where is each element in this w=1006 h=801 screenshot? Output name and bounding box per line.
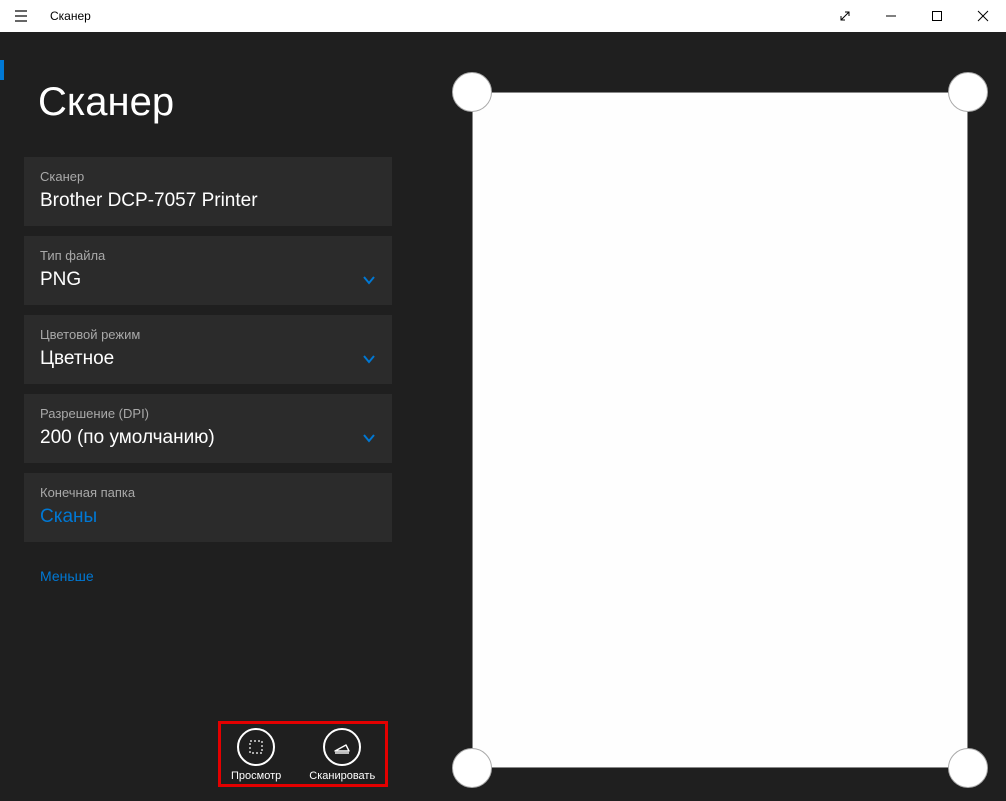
scanner-selector[interactable]: Сканер Brother DCP-7057 Printer [24, 157, 392, 226]
settings-list: Сканер Brother DCP-7057 Printer Тип файл… [0, 157, 416, 552]
preview-label: Просмотр [231, 770, 281, 782]
page-title: Сканер [38, 80, 416, 125]
colormode-value: Цветное [40, 348, 114, 370]
close-button[interactable] [960, 0, 1006, 32]
hamburger-icon [14, 9, 28, 23]
titlebar: Сканер [0, 0, 1006, 32]
dest-value: Сканы [40, 506, 97, 528]
dpi-label: Разрешение (DPI) [40, 406, 376, 421]
content: Сканер Сканер Brother DCP-7057 Printer Т… [0, 32, 1006, 801]
scan-preview-page[interactable] [472, 92, 968, 768]
minimize-icon [885, 10, 897, 22]
chevron-down-icon [362, 352, 376, 366]
app-title: Сканер [50, 9, 91, 23]
chevron-down-icon [362, 273, 376, 287]
maximize-button[interactable] [914, 0, 960, 32]
filetype-value: PNG [40, 269, 81, 291]
maximize-icon [931, 10, 943, 22]
preview-button[interactable]: Просмотр [231, 728, 281, 782]
scanner-value: Brother DCP-7057 Printer [40, 190, 258, 212]
colormode-selector[interactable]: Цветовой режим Цветное [24, 315, 392, 384]
scan-label: Сканировать [309, 770, 375, 782]
hamburger-menu-button[interactable] [0, 0, 42, 32]
action-row: Просмотр Сканировать [218, 721, 388, 787]
dest-label: Конечная папка [40, 485, 376, 500]
filetype-selector[interactable]: Тип файла PNG [24, 236, 392, 305]
crop-handle-bottom-left[interactable] [452, 748, 492, 788]
dpi-selector[interactable]: Разрешение (DPI) 200 (по умолчанию) [24, 394, 392, 463]
scanner-label: Сканер [40, 169, 376, 184]
preview-icon [237, 728, 275, 766]
crop-handle-top-right[interactable] [948, 72, 988, 112]
settings-panel: Сканер Сканер Brother DCP-7057 Printer Т… [0, 32, 416, 801]
destination-folder[interactable]: Конечная папка Сканы [24, 473, 392, 542]
active-tab-indicator [0, 60, 4, 80]
minimize-button[interactable] [868, 0, 914, 32]
colormode-label: Цветовой режим [40, 327, 376, 342]
window-controls [822, 0, 1006, 32]
fullscreen-icon [839, 10, 851, 22]
show-less-link[interactable]: Меньше [40, 568, 416, 584]
filetype-label: Тип файла [40, 248, 376, 263]
scan-button[interactable]: Сканировать [309, 728, 375, 782]
dpi-value: 200 (по умолчанию) [40, 427, 215, 449]
scan-icon [323, 728, 361, 766]
titlebar-left: Сканер [0, 0, 91, 32]
crop-handle-bottom-right[interactable] [948, 748, 988, 788]
close-icon [977, 10, 989, 22]
chevron-down-icon [362, 431, 376, 445]
fullscreen-button[interactable] [822, 0, 868, 32]
crop-handle-top-left[interactable] [452, 72, 492, 112]
preview-area [416, 32, 1006, 801]
